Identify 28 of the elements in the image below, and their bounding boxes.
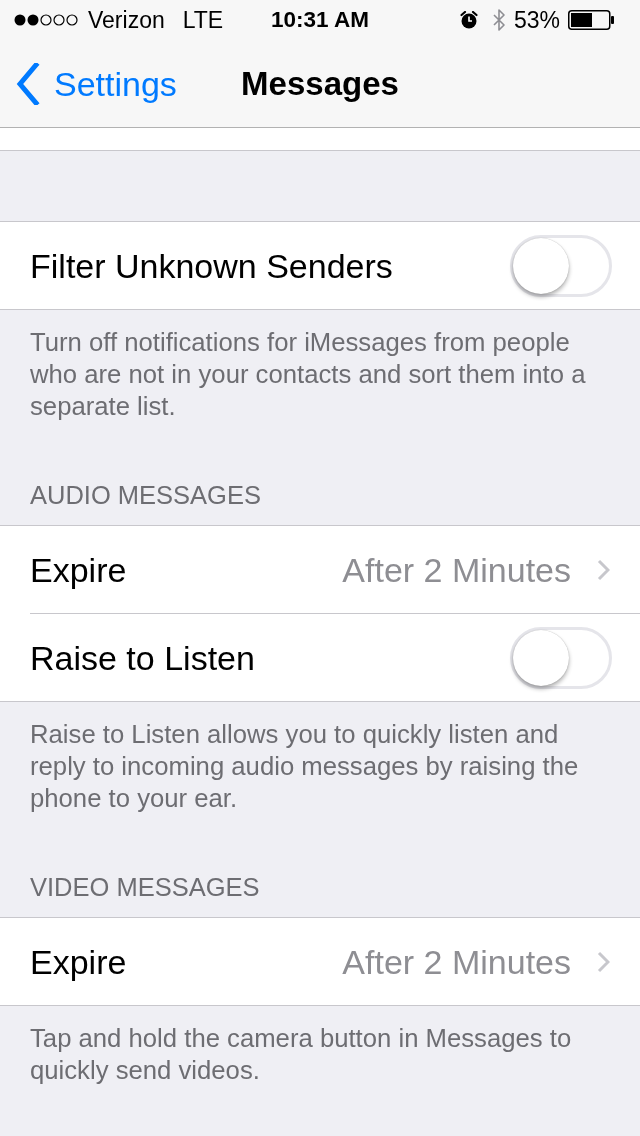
section-footer: Tap and hold the camera button in Messages to quickly send videos.: [0, 1006, 640, 1086]
section-header: VIDEO MESSAGES: [29, 872, 261, 903]
row-label: Expire: [30, 941, 127, 982]
nav-title: Messages: [241, 63, 399, 104]
row-label: Filter Unknown Senders: [30, 245, 393, 286]
chevron-icon: [597, 950, 610, 973]
settings-row[interactable]: Expire After 2 Minutes: [0, 526, 640, 613]
settings-row[interactable]: Expire After 2 Minutes: [0, 918, 640, 1005]
section-header: AUDIO MESSAGES: [29, 480, 262, 511]
row-label: Expire: [30, 549, 127, 590]
status-time: 10:31 AM: [271, 6, 369, 34]
bluetooth-icon: [491, 9, 506, 31]
section-footer: Turn off notifications for iMessages from people who are not in your contacts and sort them into a separate list.: [0, 310, 640, 422]
back-button[interactable]: Settings: [16, 62, 177, 105]
row-value: After 2 Minutes: [342, 941, 571, 982]
carrier-name: Verizon: [88, 6, 165, 34]
toggle-switch[interactable]: [510, 626, 612, 689]
row-value: After 2 Minutes: [342, 549, 571, 590]
row-label: Raise to Listen: [30, 637, 255, 678]
back-chevron-icon: [16, 62, 40, 105]
battery-icon: [568, 10, 614, 30]
chevron-icon: [597, 558, 610, 581]
section-footer: Raise to Listen allows you to quickly listen and reply to incoming audio messages by raising the phone to your ear.: [0, 702, 640, 814]
battery-percent: 53%: [513, 6, 560, 34]
network-type: LTE: [182, 6, 224, 34]
alarm-clock-icon: [459, 11, 478, 29]
toggle-switch[interactable]: [510, 234, 612, 297]
signal-icon: [14, 14, 78, 26]
